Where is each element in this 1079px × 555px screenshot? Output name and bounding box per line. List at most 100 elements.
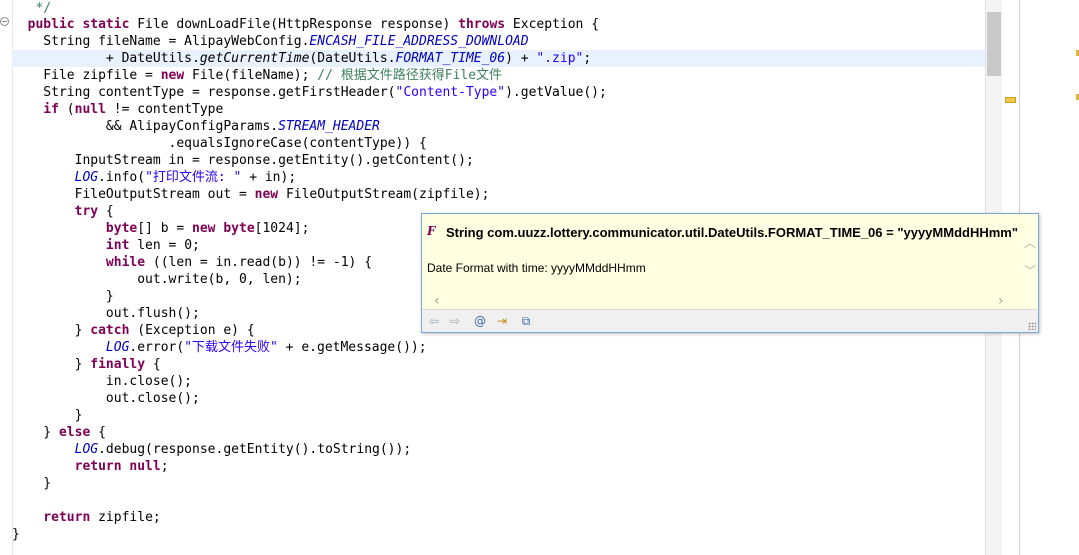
code-text: in.close(); (12, 374, 193, 389)
keyword: int (12, 238, 130, 253)
string-literal: "Content-Type" (395, 85, 506, 100)
keyword: throws (458, 17, 506, 32)
code-line: } else { (12, 424, 985, 441)
code-text: [] b = (137, 221, 193, 236)
code-line: } (12, 407, 985, 424)
static-field: LOG (12, 340, 130, 355)
code-text: (Exception e) { (129, 323, 255, 338)
string-literal: ".zip" (536, 51, 584, 66)
code-text: + DateUtils. (12, 51, 200, 66)
code-line: public static File downLoadFile(HttpResp… (12, 16, 985, 33)
code-text: (DateUtils. (309, 51, 396, 66)
keyword: byte (223, 221, 255, 236)
code-line: } (12, 475, 985, 492)
keyword: new (160, 68, 185, 83)
code-line: return null; (12, 458, 985, 475)
popup-toolbar: ⇦ ⇨ @ ⇥ ⧉ (422, 309, 1038, 332)
keyword: new (254, 187, 279, 202)
code-text: { (145, 357, 161, 372)
code-text: .debug(response.getEntity().toString()); (98, 442, 412, 457)
code-text: File(fileName); (184, 68, 318, 83)
code-text: String fileName = AlipayWebConfig. (12, 34, 310, 49)
javadoc-hover-popup[interactable]: F String com.uuzz.lottery.communicator.u… (421, 213, 1039, 333)
keyword: public static (27, 17, 130, 32)
code-text: } (12, 408, 83, 423)
code-text: ).getValue(); (505, 85, 607, 100)
code-line: out.close(); (12, 390, 985, 407)
at-sign-icon[interactable]: @ (472, 313, 488, 329)
code-line: } (12, 526, 985, 543)
forward-arrow-icon[interactable]: ⇨ (447, 313, 463, 329)
keyword: while (12, 255, 146, 270)
code-line: if (null != contentType (12, 101, 985, 118)
occurrence-marker[interactable] (1005, 97, 1016, 103)
keyword: finally (90, 357, 146, 372)
code-text: ; (160, 459, 169, 474)
keyword: return (12, 510, 91, 525)
code-text: { (98, 204, 114, 219)
keyword: new (192, 221, 216, 236)
popup-header: F String com.uuzz.lottery.communicator.u… (422, 214, 1038, 252)
scrollbar-thumb[interactable] (987, 12, 1001, 76)
code-text: && AlipayConfigParams. (12, 119, 279, 134)
keyword: else (58, 425, 91, 440)
string-literal: "下载文件失败" (184, 340, 278, 355)
open-external-icon[interactable]: ⧉ (518, 313, 534, 329)
scroll-right-icon[interactable]: › (998, 294, 1010, 308)
keyword: return (12, 459, 122, 474)
code-text: } (12, 527, 20, 542)
comment-text: */ (12, 1, 52, 16)
code-text: out.write(b, 0, len); (12, 272, 302, 287)
code-text: Exception { (505, 17, 600, 32)
code-text: { (90, 425, 106, 440)
code-text: } (12, 425, 59, 440)
open-declaration-icon[interactable]: ⇥ (494, 313, 510, 329)
code-line: .equalsIgnoreCase(contentType)) { (12, 135, 985, 152)
code-text: out.flush(); (12, 306, 200, 321)
code-text: InputStream in = response.getEntity().ge… (12, 153, 474, 168)
code-text: ) + (505, 51, 537, 66)
code-line: File zipfile = new File(fileName); // 根据… (12, 67, 985, 84)
fold-toggle-icon[interactable]: − (0, 17, 9, 26)
static-field: ENCASH_FILE_ADDRESS_DOWNLOAD (309, 34, 529, 49)
code-line: String contentType = response.getFirstHe… (12, 84, 985, 101)
static-method: getCurrentTime (199, 51, 310, 66)
code-line: LOG.debug(response.getEntity().toString(… (12, 441, 985, 458)
static-field: STREAM_HEADER (278, 119, 380, 134)
comment-text: // 根据文件路径获得File文件 (317, 68, 503, 83)
code-line: InputStream in = response.getEntity().ge… (12, 152, 985, 169)
code-text: String contentType = response.getFirstHe… (12, 85, 396, 100)
code-text: } (12, 357, 91, 372)
static-field: FORMAT_TIME_06 (395, 51, 506, 66)
code-text: .info( (98, 170, 146, 185)
code-text: ((len = in.read(b)) != -1) { (145, 255, 373, 270)
code-line: LOG.error("下载文件失败" + e.getMessage()); (12, 339, 985, 356)
keyword: catch (90, 323, 130, 338)
code-text: } (12, 323, 91, 338)
code-text: [1024]; (254, 221, 310, 236)
scroll-left-icon[interactable]: ‹ (434, 294, 446, 308)
popup-title: String com.uuzz.lottery.communicator.uti… (446, 225, 1019, 240)
scroll-up-icon[interactable]: ︿ (1024, 237, 1036, 249)
code-line: */ (12, 0, 985, 17)
static-field: LOG (12, 442, 99, 457)
field-static-icon: F (427, 224, 436, 238)
popup-horizontal-scrollbar[interactable]: ‹ › (434, 294, 1010, 308)
keyword: try (12, 204, 99, 219)
code-text: out.close(); (12, 391, 200, 406)
code-line: && AlipayConfigParams.STREAM_HEADER (12, 118, 985, 135)
code-text: ; (583, 51, 592, 66)
code-line: FileOutputStream out = new FileOutputStr… (12, 186, 985, 203)
keyword: null (74, 102, 106, 117)
code-text: File downLoadFile(HttpResponse response) (129, 17, 459, 32)
code-text: len = 0; (129, 238, 200, 253)
code-line: String fileName = AlipayWebConfig.ENCASH… (12, 33, 985, 50)
resize-grip-icon[interactable] (1028, 322, 1036, 330)
code-text: .error( (129, 340, 185, 355)
popup-description: Date Format with time: yyyyMMddHHmm (427, 261, 646, 275)
code-text: FileOutputStream(zipfile); (278, 187, 490, 202)
keyword: byte (12, 221, 138, 236)
scroll-down-icon[interactable]: ﹀ (1024, 265, 1036, 277)
back-arrow-icon[interactable]: ⇦ (426, 313, 442, 329)
code-text: + e.getMessage()); (277, 340, 427, 355)
